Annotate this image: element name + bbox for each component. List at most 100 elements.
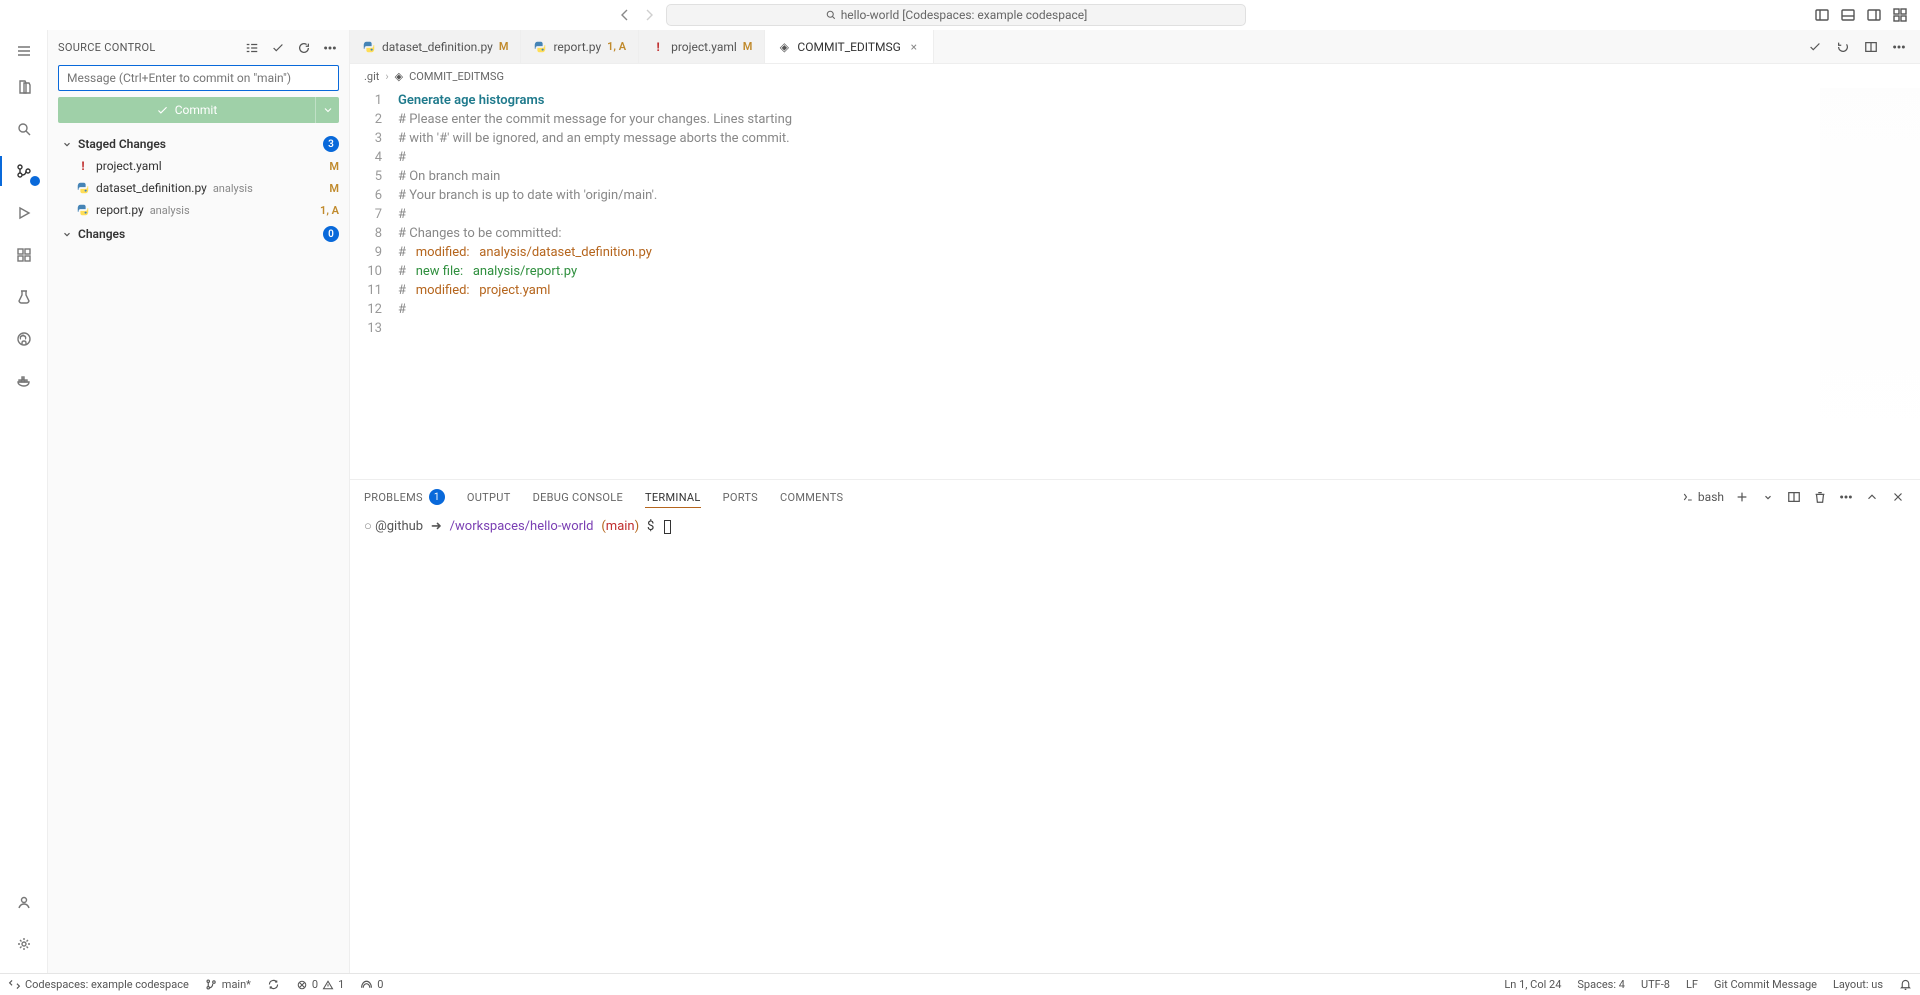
testing-icon[interactable] [0,276,48,318]
panel-more-icon[interactable] [1838,489,1854,505]
scm-badge [30,176,40,186]
editor-tab[interactable]: ◈COMMIT_EDITMSG× [765,30,933,63]
terminal-cursor [664,520,671,534]
command-center-text: hello-world [Codespaces: example codespa… [841,8,1088,22]
maximize-panel-icon[interactable] [1864,489,1880,505]
explorer-icon[interactable] [0,66,48,108]
split-editor-icon[interactable] [1862,38,1880,56]
discard-icon[interactable] [1834,38,1852,56]
staged-count: 3 [323,136,339,152]
docker-icon[interactable] [0,360,48,402]
problems-badge: 1 [429,489,445,505]
ports-indicator[interactable]: 0 [352,974,391,995]
breadcrumb[interactable]: .git › ◈ COMMIT_EDITMSG [350,64,1920,88]
split-terminal-icon[interactable] [1786,489,1802,505]
tab-file-icon: ! [651,40,665,54]
tab-close-icon[interactable]: × [907,40,921,54]
changes-label: Changes [78,227,125,241]
encoding[interactable]: UTF-8 [1633,974,1678,995]
customize-layout-icon[interactable] [1892,7,1908,23]
file-icon: ! [76,159,90,173]
terminal-dropdown-icon[interactable] [1760,489,1776,505]
accept-commit-icon[interactable] [1806,38,1824,56]
activity-bar [0,30,48,973]
editor-tab[interactable]: ! project.yaml M [639,30,765,63]
editor-area: dataset_definition.pyMreport.py1, A!proj… [350,30,1920,973]
file-dir: analysis [150,204,190,217]
tab-label: project.yaml [671,40,737,54]
staged-file[interactable]: dataset_definition.py analysis M [58,177,339,199]
tab-label: dataset_definition.py [382,40,493,54]
file-status: M [329,182,339,195]
branch-indicator[interactable]: main* [197,974,259,995]
file-status: M [329,160,339,173]
extensions-icon[interactable] [0,234,48,276]
changes-header[interactable]: Changes 0 [58,223,339,245]
menu-icon[interactable] [0,36,48,66]
editor-body[interactable]: 12345678910111213 Generate age histogram… [350,88,1920,479]
terminal-shell-label[interactable]: bash [1682,490,1724,504]
tab-status: 1, A [607,40,626,53]
line-gutter: 12345678910111213 [350,88,390,479]
github-icon[interactable] [0,318,48,360]
notifications-icon[interactable] [1891,974,1920,995]
tab-problems[interactable]: PROBLEMS1 [364,489,445,505]
titlebar: hello-world [Codespaces: example codespa… [0,0,1920,30]
source-control-panel: SOURCE CONTROL Commit Staged Chang [48,30,350,973]
tab-ports[interactable]: PORTS [723,491,758,504]
layout-sidebar-right-icon[interactable] [1866,7,1882,23]
cursor-position[interactable]: Ln 1, Col 24 [1496,974,1569,995]
new-terminal-icon[interactable] [1734,489,1750,505]
layout-sidebar-left-icon[interactable] [1814,7,1830,23]
staged-file[interactable]: report.py analysis1, A [58,199,339,221]
problems-indicator[interactable]: 01 [288,974,352,995]
search-icon[interactable] [0,108,48,150]
tab-comments[interactable]: COMMENTS [780,491,843,504]
tab-label: COMMIT_EDITMSG [797,40,900,54]
indentation[interactable]: Spaces: 4 [1569,974,1633,995]
terminal-content[interactable]: ○ @github ➜ /workspaces/hello-world (mai… [350,514,1920,973]
language-mode[interactable]: Git Commit Message [1706,974,1825,995]
nav-back-icon[interactable] [616,6,634,24]
staged-changes-header[interactable]: Staged Changes 3 [58,133,339,155]
minimap[interactable] [1820,88,1920,479]
view-as-tree-icon[interactable] [243,39,261,57]
layout-panel-icon[interactable] [1840,7,1856,23]
source-control-icon[interactable] [0,150,48,192]
more-actions-icon[interactable] [321,39,339,57]
tab-file-icon [533,40,547,54]
staged-file[interactable]: !project.yamlM [58,155,339,177]
breadcrumb-seg2: COMMIT_EDITMSG [409,70,504,83]
commit-button[interactable]: Commit [58,97,315,123]
commit-message-input[interactable] [58,65,339,91]
eol[interactable]: LF [1678,974,1706,995]
commit-dropdown[interactable] [315,97,339,123]
tab-output[interactable]: OUTPUT [467,491,511,504]
keyboard-layout[interactable]: Layout: us [1825,974,1891,995]
file-icon [76,181,90,195]
tab-status: M [743,40,753,53]
remote-indicator[interactable]: Codespaces: example codespace [0,974,197,995]
editor-tab[interactable]: dataset_definition.pyM [350,30,521,63]
accounts-icon[interactable] [0,881,48,923]
file-dir: analysis [213,182,253,195]
nav-forward-icon[interactable] [640,6,658,24]
refresh-icon[interactable] [295,39,313,57]
status-bar: Codespaces: example codespace main* 01 0… [0,973,1920,995]
tab-debug-console[interactable]: DEBUG CONSOLE [533,491,623,504]
changes-count: 0 [323,226,339,242]
staged-label: Staged Changes [78,137,166,151]
tab-more-icon[interactable] [1890,38,1908,56]
command-center[interactable]: hello-world [Codespaces: example codespa… [666,4,1246,26]
sync-indicator[interactable] [259,974,288,995]
editor-tab[interactable]: report.py1, A [521,30,639,63]
settings-gear-icon[interactable] [0,923,48,965]
commit-check-icon[interactable] [269,39,287,57]
file-name: dataset_definition.py [96,181,207,195]
tab-terminal[interactable]: TERMINAL [645,491,701,508]
breadcrumb-seg1: .git [364,70,379,83]
close-panel-icon[interactable] [1890,489,1906,505]
commit-button-group: Commit [58,97,339,123]
kill-terminal-icon[interactable] [1812,489,1828,505]
run-debug-icon[interactable] [0,192,48,234]
